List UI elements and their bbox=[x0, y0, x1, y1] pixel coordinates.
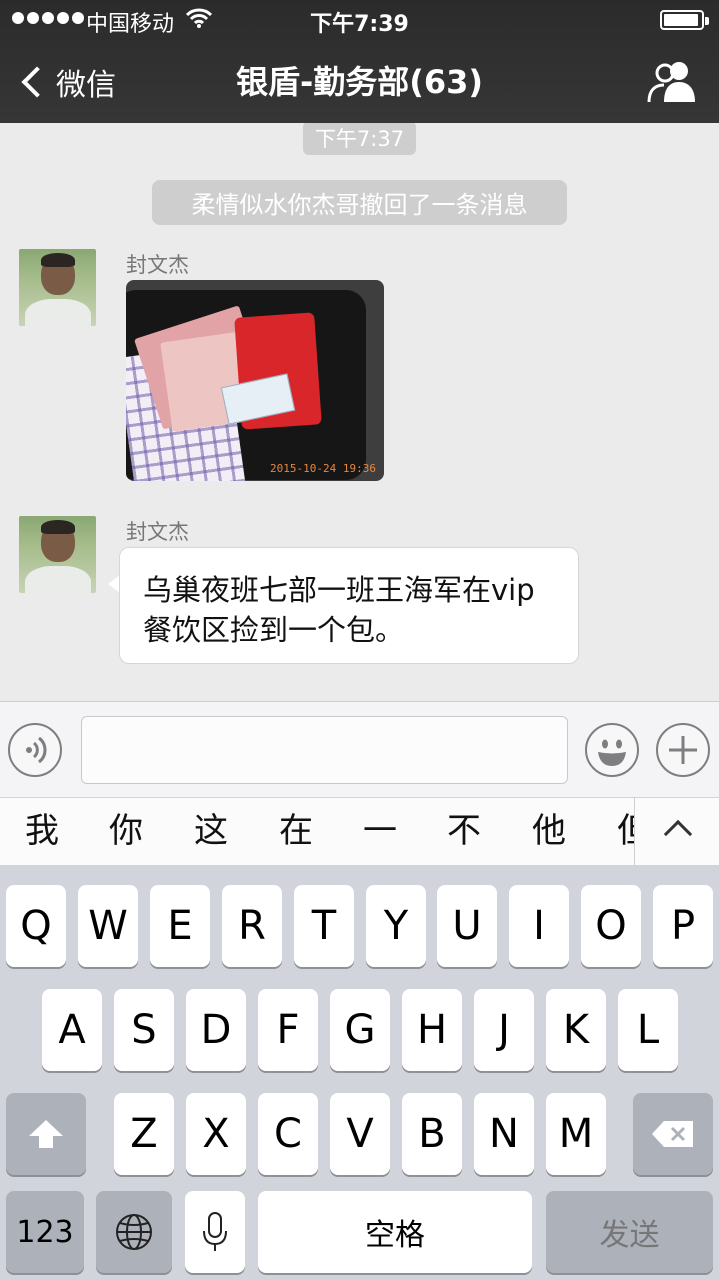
key[interactable]: N bbox=[474, 1093, 534, 1175]
key[interactable]: L bbox=[618, 989, 678, 1071]
candidate-word[interactable]: 这 bbox=[186, 808, 236, 854]
chat-area[interactable]: 下午7:37 柔情似水你杰哥撤回了一条消息 封文杰 2015-10-24 19:… bbox=[0, 123, 719, 701]
sender-avatar[interactable] bbox=[19, 249, 96, 326]
key[interactable]: D bbox=[186, 989, 246, 1071]
voice-button[interactable] bbox=[8, 723, 62, 777]
key[interactable]: S bbox=[114, 989, 174, 1071]
key[interactable]: U bbox=[437, 885, 497, 967]
chevron-up-icon bbox=[663, 819, 693, 849]
emoji-button[interactable] bbox=[585, 723, 639, 777]
backspace-icon bbox=[652, 1121, 693, 1147]
key[interactable]: T bbox=[294, 885, 354, 967]
candidate-bar: 我 你 这 在 一 不 他 但 bbox=[0, 797, 719, 866]
key[interactable]: B bbox=[402, 1093, 462, 1175]
candidate-word[interactable]: 在 bbox=[271, 808, 321, 854]
sender-avatar[interactable] bbox=[19, 516, 96, 593]
globe-key[interactable] bbox=[96, 1191, 172, 1273]
key[interactable]: Q bbox=[6, 885, 66, 967]
numbers-key[interactable]: 123 bbox=[6, 1191, 84, 1273]
space-key[interactable]: 空格 bbox=[258, 1191, 532, 1273]
status-time: 下午7:39 bbox=[310, 12, 409, 37]
key[interactable]: Y bbox=[366, 885, 426, 967]
key[interactable]: R bbox=[222, 885, 282, 967]
key[interactable]: G bbox=[330, 989, 390, 1071]
key[interactable]: V bbox=[330, 1093, 390, 1175]
text-message-bubble[interactable]: 乌巢夜班七部一班王海军在vip 餐饮区捡到一个包。 bbox=[119, 547, 579, 664]
key[interactable]: X bbox=[186, 1093, 246, 1175]
plus-icon bbox=[669, 736, 697, 764]
photo-date-stamp: 2015-10-24 19:36 bbox=[270, 462, 376, 475]
expand-candidates-button[interactable] bbox=[634, 798, 719, 866]
top-bar: 中国移动 下午7:39 微信 银盾-勤务部(63) bbox=[0, 0, 719, 123]
key[interactable]: F bbox=[258, 989, 318, 1071]
candidate-word[interactable]: 你 bbox=[101, 808, 151, 854]
voice-input-icon bbox=[26, 736, 47, 764]
globe-icon bbox=[116, 1214, 152, 1250]
key[interactable]: A bbox=[42, 989, 102, 1071]
candidate-word[interactable]: 一 bbox=[355, 808, 405, 854]
system-notice: 柔情似水你杰哥撤回了一条消息 bbox=[152, 180, 567, 225]
sender-name: 封文杰 bbox=[126, 253, 189, 277]
microphone-icon bbox=[203, 1212, 227, 1251]
key[interactable]: I bbox=[509, 885, 569, 967]
candidate-word[interactable]: 不 bbox=[439, 808, 489, 854]
battery-icon bbox=[660, 10, 709, 30]
candidate-word[interactable]: 他 bbox=[524, 808, 574, 854]
dictation-key[interactable] bbox=[185, 1191, 245, 1273]
group-contacts-icon[interactable] bbox=[646, 58, 698, 104]
keyboard: Q W E R T Y U I O P A S D F G H J K L Z … bbox=[0, 865, 719, 1280]
backspace-key[interactable] bbox=[633, 1093, 713, 1175]
key[interactable]: C bbox=[258, 1093, 318, 1175]
candidate-word[interactable]: 我 bbox=[17, 808, 67, 854]
shift-icon bbox=[29, 1120, 63, 1148]
key[interactable]: H bbox=[402, 989, 462, 1071]
message-line: 乌巢夜班七部一班王海军在vip bbox=[143, 573, 535, 607]
key[interactable]: P bbox=[653, 885, 713, 967]
sender-name: 封文杰 bbox=[126, 520, 189, 544]
message-timestamp: 下午7:37 bbox=[303, 123, 416, 155]
status-bar: 中国移动 下午7:39 bbox=[0, 0, 719, 40]
key[interactable]: E bbox=[150, 885, 210, 967]
key[interactable]: W bbox=[78, 885, 138, 967]
image-message[interactable]: 2015-10-24 19:36 bbox=[126, 280, 384, 481]
input-bar bbox=[0, 701, 719, 797]
key[interactable]: Z bbox=[114, 1093, 174, 1175]
message-input[interactable] bbox=[81, 716, 568, 784]
key[interactable]: O bbox=[581, 885, 641, 967]
chat-title: 银盾-勤务部(63) bbox=[235, 63, 484, 101]
key[interactable]: M bbox=[546, 1093, 606, 1175]
key[interactable]: K bbox=[546, 989, 606, 1071]
message-line: 餐饮区捡到一个包。 bbox=[143, 613, 405, 647]
emoji-icon bbox=[598, 739, 626, 766]
send-key[interactable]: 发送 bbox=[546, 1191, 713, 1273]
more-button[interactable] bbox=[656, 723, 710, 777]
key[interactable]: J bbox=[474, 989, 534, 1071]
shift-key[interactable] bbox=[6, 1093, 86, 1175]
